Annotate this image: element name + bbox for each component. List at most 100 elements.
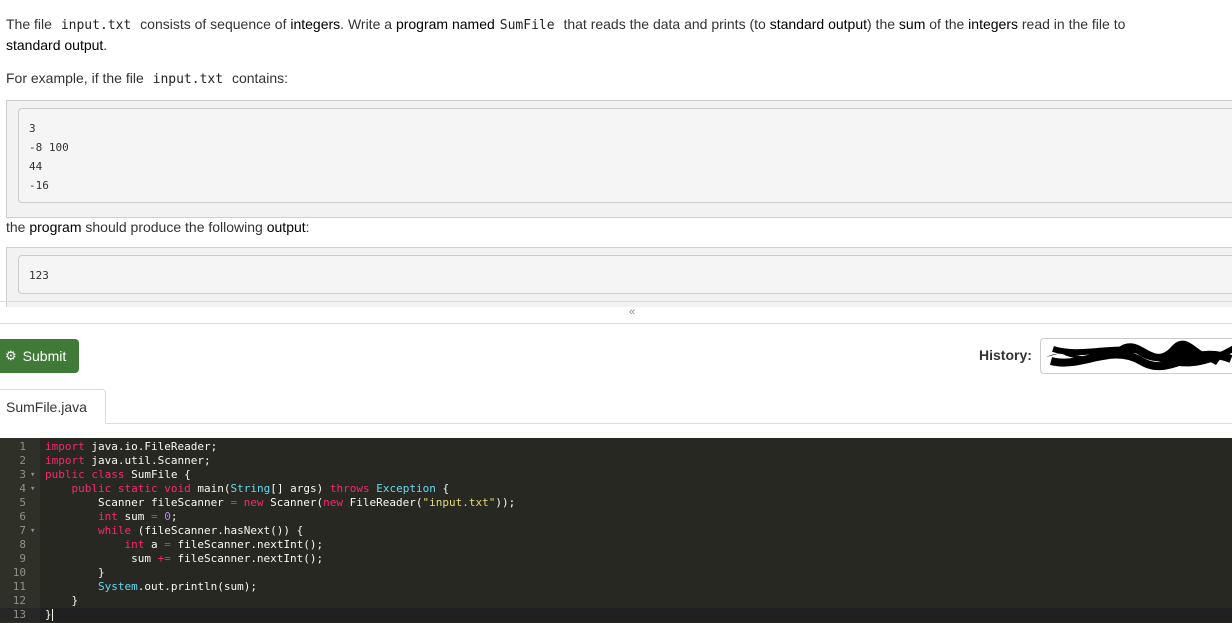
line-number: 11 (12, 580, 26, 593)
emphasis-text: standard output (6, 37, 104, 53)
code-token: { (435, 482, 450, 495)
sample-input-panel: 3 -8 100 44 -16 (6, 100, 1232, 218)
line-number: 7 (19, 524, 26, 537)
code-line[interactable]: 1 import java.io.FileReader; (0, 440, 1232, 454)
history-label: History: (979, 347, 1032, 363)
line-number: 1 (19, 440, 26, 453)
sample-line: -8 100 (29, 141, 69, 154)
line-number: 9 (19, 552, 26, 565)
code-text: import java.util.Scanner; (45, 454, 211, 468)
code-token: Exception (376, 482, 436, 495)
code-line[interactable]: 11 System.out.println(sum); (0, 580, 1232, 594)
code-token: "input.txt" (422, 496, 496, 509)
code-line[interactable]: 4 ▾ public static void main(String[] args… (0, 482, 1232, 496)
text-run: The file (6, 16, 56, 32)
problem-paragraph-1-cont: standard output. (6, 35, 107, 56)
sample-input-block: 3 -8 100 44 -16 (18, 108, 1232, 203)
code-text: int sum = 0; (45, 510, 178, 524)
chevron-double-down-icon[interactable]: « (629, 306, 635, 318)
code-token: = (150, 510, 158, 523)
line-number: 5 (19, 496, 26, 509)
sample-line: 44 (29, 160, 43, 173)
code-token: fileScanner.nextInt(); (170, 552, 324, 565)
code-token: String (230, 482, 271, 495)
fold-toggle-icon[interactable]: ▾ (30, 524, 35, 538)
gear-icon: ⚙ (5, 348, 17, 363)
line-number: 13 (12, 608, 26, 621)
emphasis-text: standard output (769, 16, 867, 32)
code-line[interactable]: 2 import java.util.Scanner; (0, 454, 1232, 468)
code-text: while (fileScanner.hasNext()) { (45, 524, 303, 538)
sample-output-panel: 123 (6, 247, 1232, 307)
tab-sumfile-java[interactable]: SumFile.java (0, 389, 106, 424)
code-token: public (45, 468, 85, 481)
code-line[interactable]: 5 Scanner fileScanner = new Scanner(new … (0, 496, 1232, 510)
code-text: } (45, 608, 53, 622)
submit-label: Submit (22, 348, 67, 364)
emphasis-text: integers (290, 16, 341, 32)
text-run: . (103, 37, 108, 53)
inline-code: input.txt (152, 72, 224, 87)
text-run: contains: (228, 70, 289, 86)
problem-paragraph-3: the program should produce the following… (6, 217, 310, 238)
code-line[interactable]: 8 int a = fileScanner.nextInt(); (0, 538, 1232, 552)
code-line[interactable]: 10 } (0, 566, 1232, 580)
code-token: class (91, 468, 125, 481)
code-text: public class SumFile { (45, 468, 191, 482)
code-line[interactable]: 9 sum += fileScanner.nextInt(); (0, 552, 1232, 566)
section-divider (0, 301, 1232, 302)
fold-toggle-icon[interactable]: ▾ (30, 482, 35, 496)
code-token: 0 (164, 510, 171, 523)
code-token: java.io.FileReader; (84, 440, 218, 453)
inline-code: SumFile (499, 18, 555, 33)
code-text: public static void main(String[] args) t… (45, 482, 450, 496)
code-token: System (97, 580, 138, 593)
line-number: 2 (19, 454, 26, 467)
code-token: sum (45, 552, 158, 565)
code-line[interactable]: 7 ▾ while (fileScanner.hasNext()) { (0, 524, 1232, 538)
code-token: [] args) (270, 482, 330, 495)
text-run: of the (925, 16, 969, 32)
code-token: Scanner( (263, 496, 324, 509)
fold-toggle-icon[interactable]: ▾ (30, 468, 35, 482)
code-token: int (124, 538, 145, 551)
code-line[interactable]: 13} (13, 608, 1232, 622)
code-text: } (45, 594, 78, 608)
emphasis-text: program (29, 219, 82, 235)
code-editor[interactable]: 1 import java.io.FileReader; 2 import java.… (0, 438, 1232, 623)
code-token: } (45, 608, 52, 621)
code-token: while (97, 524, 132, 537)
code-line[interactable]: 6 int sum = 0; (0, 510, 1232, 524)
code-line[interactable]: 12 } (0, 594, 1232, 608)
code-token: throws (329, 482, 370, 495)
sample-line: 123 (29, 269, 49, 282)
code-token: (fileScanner.hasNext()) { (131, 524, 304, 537)
code-token: ; (170, 510, 178, 523)
text-run: : (305, 219, 310, 235)
inline-code: input.txt (60, 18, 132, 33)
text-run: For example, if the file (6, 70, 148, 86)
code-token: FileReader( (343, 496, 423, 509)
code-token: a (144, 538, 165, 551)
code-token: = (164, 538, 171, 551)
problem-paragraph-1: The file input.txt consists of sequence … (6, 14, 1125, 36)
submit-button[interactable]: ⚙ Submit (0, 339, 79, 373)
code-token: new (323, 496, 344, 509)
emphasis-text: program named (395, 16, 495, 32)
text-run: should produce the following (81, 219, 267, 235)
line-number: 8 (19, 538, 26, 551)
sample-line: 3 (29, 122, 36, 135)
line-number: 12 (12, 594, 26, 607)
code-line[interactable]: 3 ▾ public class SumFile { (0, 468, 1232, 482)
code-text: Scanner fileScanner = new Scanner(new Fi… (45, 496, 515, 510)
line-number: 4 (19, 482, 26, 495)
emphasis-text: sum (898, 16, 926, 32)
redaction-scribble (1046, 340, 1232, 371)
problem-paragraph-2: For example, if the file input.txt conta… (6, 68, 288, 90)
history-select[interactable] (1040, 338, 1232, 374)
text-cursor (51, 609, 53, 621)
